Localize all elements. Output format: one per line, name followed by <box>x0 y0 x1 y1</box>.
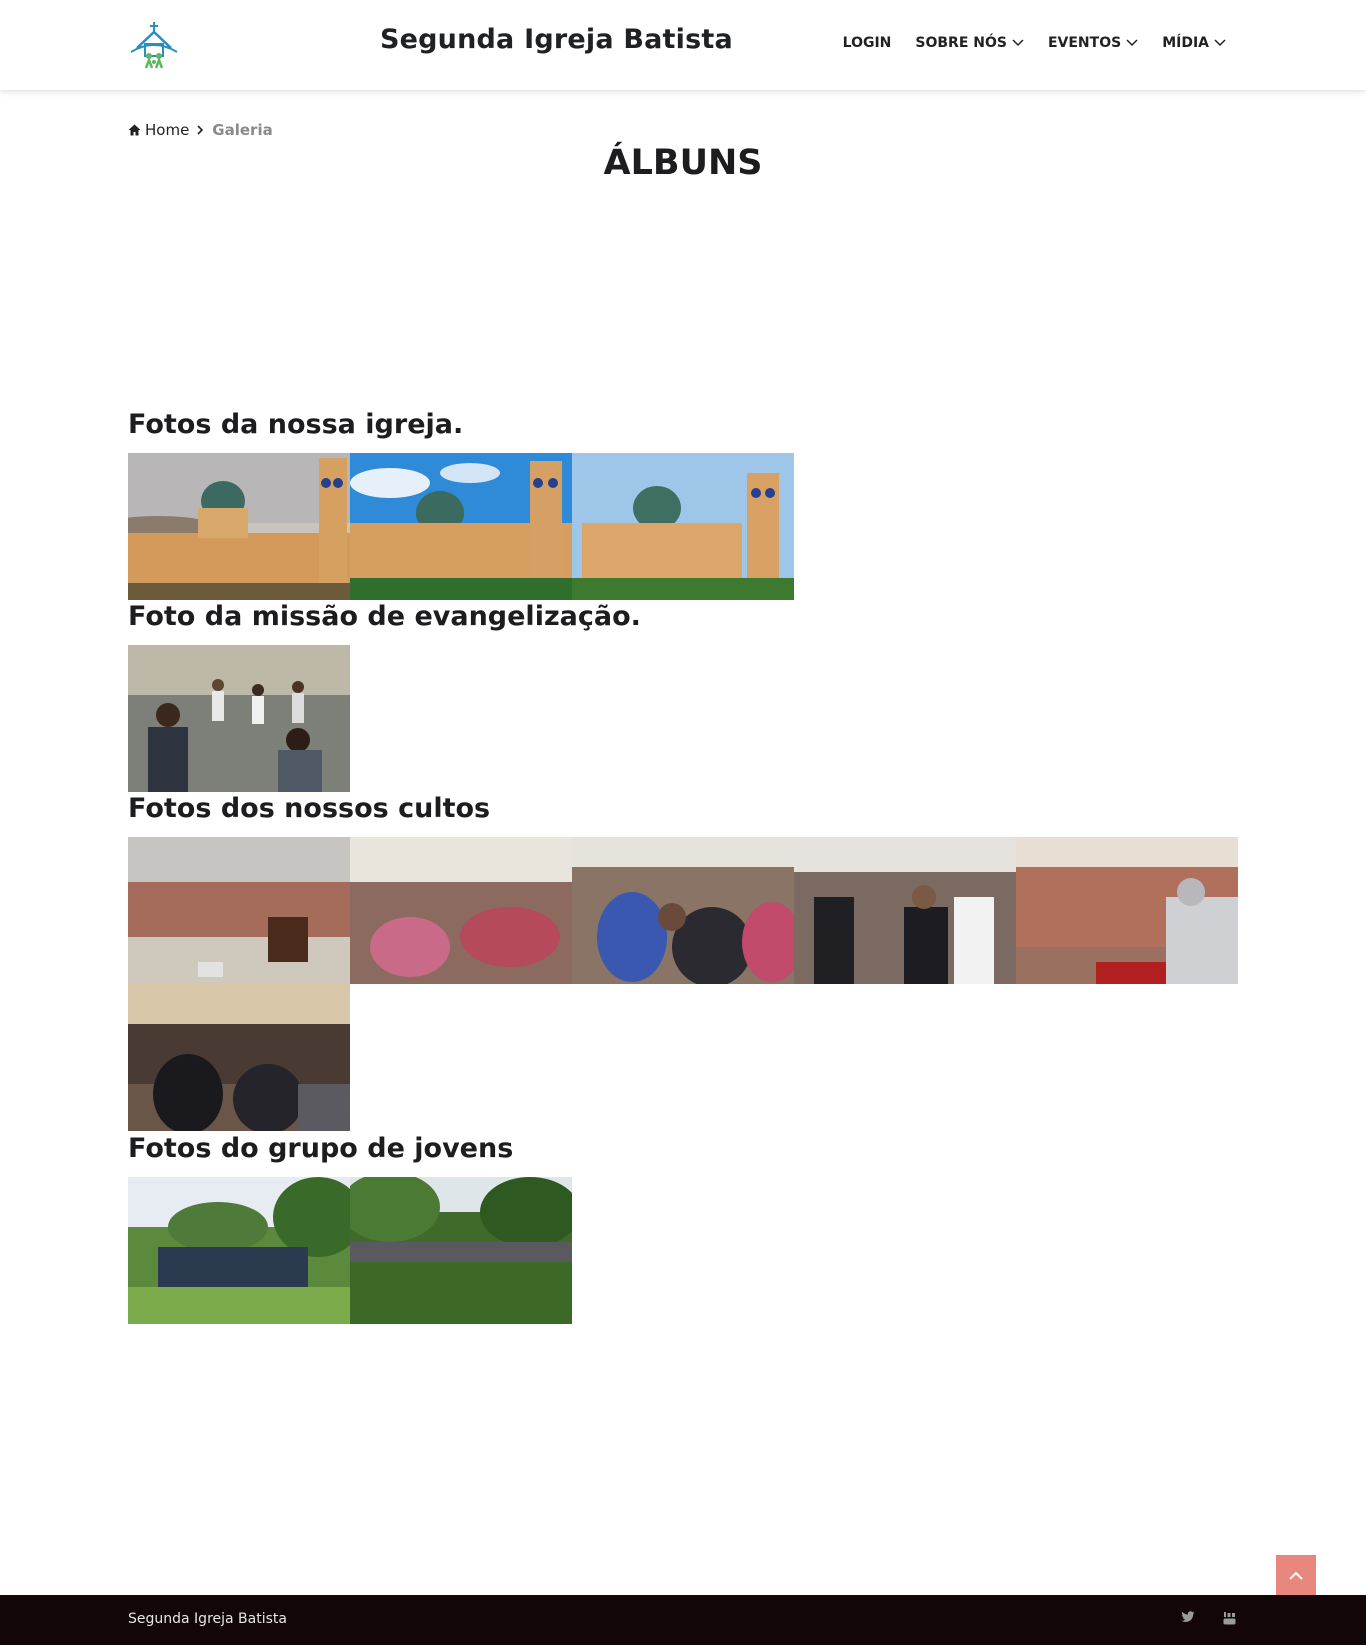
nav-midia[interactable]: MÍDIA <box>1162 35 1226 51</box>
chevron-down-icon <box>1214 39 1226 47</box>
album-photo[interactable] <box>1016 837 1238 984</box>
album-title-igreja: Fotos da nossa igreja. <box>128 409 464 440</box>
chevron-right-icon <box>197 125 204 135</box>
chevron-down-icon <box>1012 39 1024 47</box>
nav-login-label: LOGIN <box>842 35 892 51</box>
album-title-missao: Foto da missão de evangelização. <box>128 601 641 632</box>
chevron-up-icon <box>1289 1571 1303 1580</box>
album-title-jovens: Fotos do grupo de jovens <box>128 1133 514 1164</box>
album-photo[interactable] <box>128 837 350 984</box>
breadcrumb: Home Galeria <box>128 121 273 139</box>
site-header: Segunda Igreja Batista LOGIN SOBRE NÓS E… <box>0 0 1366 90</box>
footer-text: Segunda Igreja Batista <box>128 1611 287 1627</box>
album-photo[interactable] <box>128 453 350 600</box>
album-photos-jovens <box>128 1177 572 1324</box>
nav-sobre-nos[interactable]: SOBRE NÓS <box>915 35 1024 51</box>
nav-midia-label: MÍDIA <box>1162 35 1209 51</box>
nav-eventos-label: EVENTOS <box>1047 35 1122 51</box>
nav-eventos[interactable]: EVENTOS <box>1048 35 1138 51</box>
album-photo[interactable] <box>350 837 572 984</box>
album-photo[interactable] <box>128 1177 350 1324</box>
album-photo[interactable] <box>794 837 1016 984</box>
album-photos-cultos <box>128 837 1238 1131</box>
album-photo[interactable] <box>128 984 350 1131</box>
nav-sobre-nos-label: SOBRE NÓS <box>915 35 1007 51</box>
breadcrumb-home-label: Home <box>145 121 190 139</box>
youtube-icon[interactable] <box>1223 1611 1236 1625</box>
chevron-down-icon <box>1126 39 1138 47</box>
breadcrumb-current: Galeria <box>212 121 273 139</box>
site-title[interactable]: Segunda Igreja Batista <box>380 24 733 55</box>
home-icon <box>128 124 141 136</box>
album-photos-igreja <box>128 453 794 600</box>
album-photo[interactable] <box>572 453 794 600</box>
nav-login[interactable]: LOGIN <box>843 35 892 51</box>
main-nav: LOGIN SOBRE NÓS EVENTOS MÍDIA <box>819 35 1226 51</box>
album-photos-missao <box>128 645 350 792</box>
album-title-cultos: Fotos dos nossos cultos <box>128 793 491 824</box>
breadcrumb-home[interactable]: Home <box>128 121 189 139</box>
twitter-icon[interactable] <box>1181 1611 1195 1625</box>
page-title: ÁLBUNS <box>603 143 763 183</box>
church-logo-icon[interactable] <box>127 18 181 72</box>
site-footer: Segunda Igreja Batista <box>0 1595 1366 1645</box>
album-photo[interactable] <box>350 453 572 600</box>
album-photo[interactable] <box>572 837 794 984</box>
footer-social <box>1181 1611 1236 1625</box>
back-to-top-button[interactable] <box>1276 1555 1316 1595</box>
album-photo[interactable] <box>128 645 350 792</box>
album-photo[interactable] <box>350 1177 572 1324</box>
